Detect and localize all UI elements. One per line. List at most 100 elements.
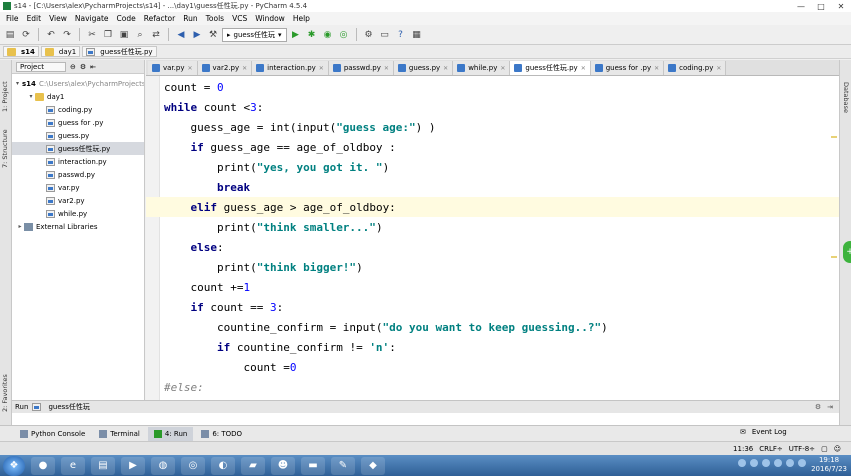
close-tab-icon[interactable]: ✕	[384, 65, 389, 72]
copy-icon[interactable]: ❐	[101, 28, 115, 42]
code-line[interactable]: #else:	[164, 378, 608, 398]
editor-tab[interactable]: var.py ✕	[148, 61, 198, 75]
inspector-icon[interactable]: ☺	[834, 445, 841, 453]
menu-item-vcs[interactable]: VCS	[228, 14, 251, 23]
run-console-output[interactable]	[12, 413, 839, 425]
bottom-tool-tab[interactable]: Python Console	[14, 427, 91, 441]
favorites-tool-button[interactable]: 2: Favorites	[1, 374, 9, 412]
close-button[interactable]: ✕	[831, 0, 851, 12]
code-line[interactable]: break	[164, 178, 608, 198]
gear-icon[interactable]: ⚙	[815, 403, 821, 411]
breadcrumb-project[interactable]: s14	[3, 46, 39, 57]
code-line[interactable]: if guess_age == age_of_oldboy :	[164, 138, 608, 158]
hide-panel-icon[interactable]: ⇥	[827, 403, 833, 411]
cut-icon[interactable]: ✂	[85, 28, 99, 42]
paste-icon[interactable]: ▣	[117, 28, 131, 42]
editor-tab[interactable]: guess for .py ✕	[590, 61, 665, 75]
close-tab-icon[interactable]: ✕	[500, 65, 505, 72]
find-icon[interactable]: ⌕	[133, 28, 147, 42]
close-tab-icon[interactable]: ✕	[242, 65, 247, 72]
breadcrumb-file[interactable]: guess任性玩.py	[82, 46, 157, 57]
redo-icon[interactable]: ↷	[60, 28, 74, 42]
profile-icon[interactable]: ◎	[337, 28, 351, 42]
project-view-select[interactable]: Project	[16, 61, 66, 72]
bottom-tool-tab[interactable]: 4: Run	[147, 426, 194, 441]
project-tool-button[interactable]: 1: Project	[1, 81, 9, 112]
qq-icon[interactable]: ☻	[271, 456, 295, 475]
settings-icon[interactable]: ⚙	[362, 28, 376, 42]
tree-item[interactable]: ▾s14C:\Users\alex\PycharmProjects\s14	[12, 77, 144, 90]
menu-item-navigate[interactable]: Navigate	[71, 14, 113, 23]
code-line[interactable]: print("think smaller...")	[164, 218, 608, 238]
tree-item[interactable]: var2.py	[12, 194, 144, 207]
chrome-icon[interactable]: ◍	[151, 456, 175, 475]
debug-icon[interactable]: ✱	[305, 28, 319, 42]
tree-item[interactable]: guess for .py	[12, 116, 144, 129]
forward-icon[interactable]: ▶	[190, 28, 204, 42]
code-line[interactable]: elif guess_age > age_of_oldboy:	[164, 198, 608, 218]
replace-icon[interactable]: ⇄	[149, 28, 163, 42]
file-encoding[interactable]: UTF-8÷	[789, 445, 815, 453]
media-icon[interactable]: ▶	[121, 456, 145, 475]
bottom-tool-tab[interactable]: Terminal	[93, 427, 146, 441]
hide-panel-icon[interactable]: ⇤	[90, 63, 96, 71]
chevron-down-icon[interactable]: ▾	[27, 93, 35, 100]
code-text[interactable]: count = 0 while count <3: guess_age = int…	[164, 78, 608, 398]
close-tab-icon[interactable]: ✕	[581, 65, 586, 72]
folder-app-icon[interactable]: ▰	[241, 456, 265, 475]
code-line[interactable]: if count == 3:	[164, 298, 608, 318]
editor-tab[interactable]: passwd.py ✕	[328, 61, 394, 75]
structure-tool-button[interactable]: 7: Structure	[1, 129, 9, 168]
code-line[interactable]: count =0	[164, 358, 608, 378]
plus-icon[interactable]: +	[843, 241, 851, 263]
editor-gutter[interactable]	[146, 76, 160, 400]
editor-tab[interactable]: interaction.py ✕	[252, 61, 329, 75]
close-tab-icon[interactable]: ✕	[716, 65, 721, 72]
code-line[interactable]: count +=1	[164, 278, 608, 298]
caret-position[interactable]: 11:36	[733, 445, 753, 453]
close-tab-icon[interactable]: ✕	[187, 65, 192, 72]
menu-item-tools[interactable]: Tools	[202, 14, 228, 23]
back-icon[interactable]: ◀	[174, 28, 188, 42]
editor-tab[interactable]: coding.py ✕	[664, 61, 727, 75]
event-log-button[interactable]: Event Log	[752, 428, 787, 436]
chevron-right-icon[interactable]: ▸	[16, 223, 24, 230]
tray-icon[interactable]	[750, 459, 758, 467]
pycharm-taskbar-icon[interactable]: ◆	[361, 456, 385, 475]
tray-icon[interactable]	[762, 459, 770, 467]
menu-item-view[interactable]: View	[45, 14, 71, 23]
menu-item-help[interactable]: Help	[289, 14, 314, 23]
code-line[interactable]: while count <3:	[164, 98, 608, 118]
app-green-icon[interactable]: ◎	[181, 456, 205, 475]
menu-item-run[interactable]: Run	[179, 14, 201, 23]
tree-item[interactable]: ▸ External Libraries	[12, 220, 144, 233]
lock-icon[interactable]: ▢	[821, 445, 828, 453]
tree-item[interactable]: var.py	[12, 181, 144, 194]
tree-item[interactable]: coding.py	[12, 103, 144, 116]
system-clock[interactable]: 19:18 2016/7/23	[811, 456, 847, 474]
cmd-icon[interactable]: ▬	[301, 456, 325, 475]
close-tab-icon[interactable]: ✕	[319, 65, 324, 72]
minimize-button[interactable]: —	[791, 0, 811, 12]
coverage-icon[interactable]: ◉	[321, 28, 335, 42]
code-line[interactable]: countine_confirm = input("do you want to…	[164, 318, 608, 338]
menu-item-file[interactable]: File	[2, 14, 23, 23]
notes-icon[interactable]: ✎	[331, 456, 355, 475]
undo-icon[interactable]: ↶	[44, 28, 58, 42]
bottom-tool-tab[interactable]: 6: TODO	[195, 427, 248, 441]
tree-item[interactable]: while.py	[12, 207, 144, 220]
file-explorer-icon[interactable]: ▤	[91, 456, 115, 475]
tray-icon[interactable]	[798, 459, 806, 467]
browser-user-icon[interactable]: ●	[31, 456, 55, 475]
menu-item-window[interactable]: Window	[251, 14, 289, 23]
database-tool-button[interactable]: Database	[842, 82, 850, 113]
tree-item[interactable]: guess.py	[12, 129, 144, 142]
menu-item-code[interactable]: Code	[113, 14, 140, 23]
code-editor[interactable]: count = 0 while count <3: guess_age = int…	[146, 76, 839, 400]
chevron-down-icon[interactable]: ▾	[16, 80, 19, 87]
editor-tab[interactable]: while.py ✕	[453, 61, 511, 75]
tree-item[interactable]: interaction.py	[12, 155, 144, 168]
editor-tab[interactable]: guess.py ✕	[393, 61, 454, 75]
plugin-icon[interactable]: ▦	[410, 28, 424, 42]
line-separator[interactable]: CRLF÷	[759, 445, 783, 453]
